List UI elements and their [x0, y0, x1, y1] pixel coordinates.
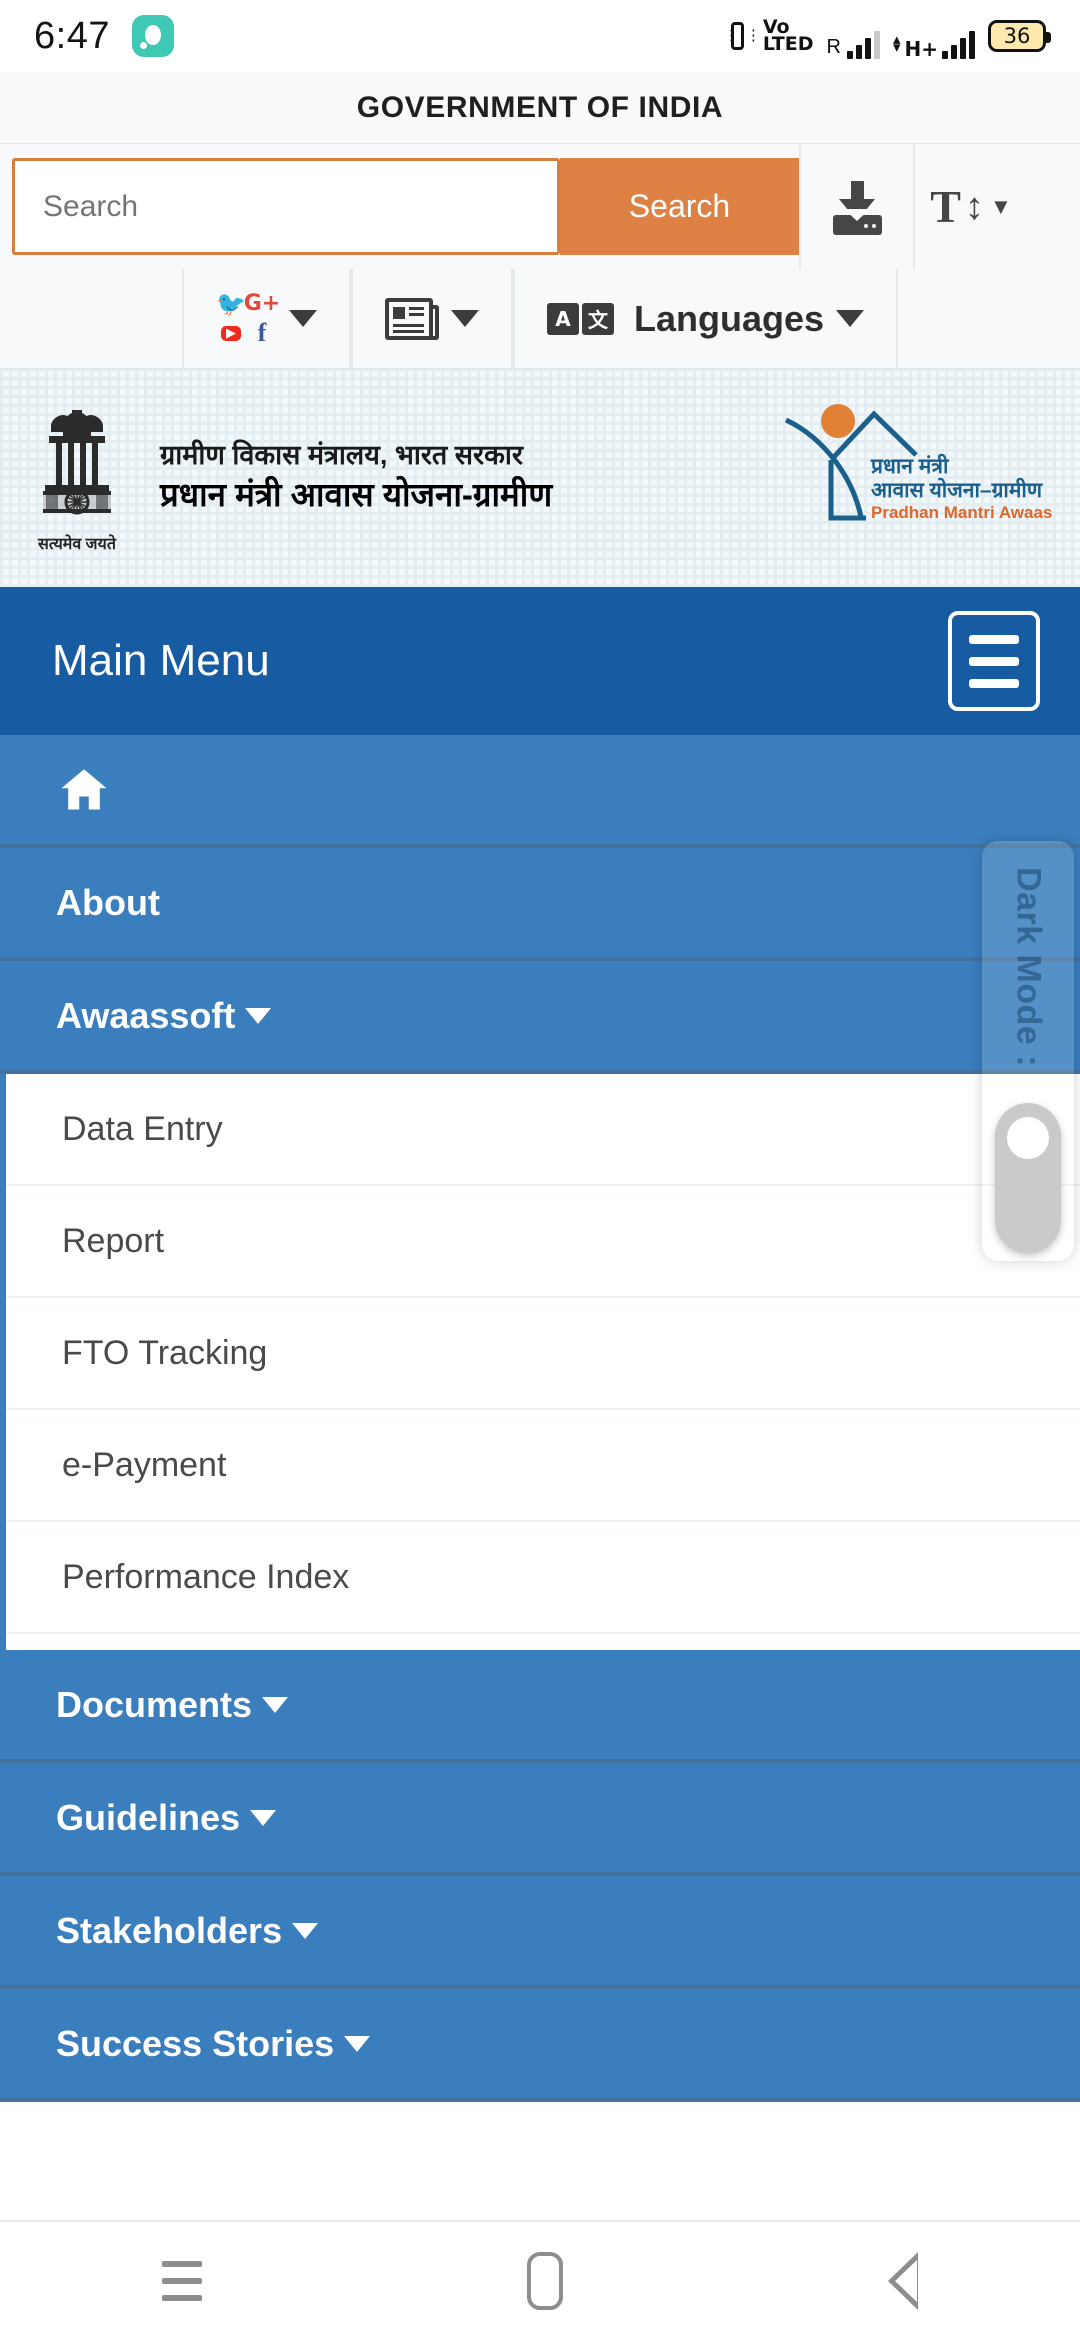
- sidebar-item-awaassoft[interactable]: Awaassoft: [0, 961, 1080, 1074]
- ministry-titles: ग्रामीण विकास मंत्रालय, भारत सरकार प्रधा…: [160, 438, 552, 518]
- chevron-down-icon: [262, 1696, 289, 1713]
- government-header: GOVERNMENT OF INDIA: [0, 72, 1080, 144]
- battery-percent: 36: [1003, 24, 1031, 48]
- roaming-signal-icon: R: [827, 29, 880, 59]
- sidebar-item-success-stories[interactable]: Success Stories: [0, 1989, 1080, 2102]
- translate-icon-left: A: [546, 302, 579, 335]
- sidebar-item-documents-label: Documents: [56, 1683, 253, 1725]
- text-size-button[interactable]: T ↕ ▼: [913, 144, 1027, 269]
- vibrate-icon: ⋮ ⋮: [724, 19, 761, 53]
- submenu-item-e-payment-label: e-Payment: [62, 1445, 227, 1484]
- submenu-item-report[interactable]: Report: [6, 1186, 1080, 1298]
- chevron-down-icon: [836, 310, 865, 327]
- svg-text:Pradhan Mantri Awaas Yojana-Gr: Pradhan Mantri Awaas Yojana-Gramin: [871, 503, 1058, 522]
- sim1-signal-bars: [846, 29, 880, 59]
- sidebar-item-about-label: About: [56, 881, 160, 923]
- sidebar-item-success-stories-label: Success Stories: [56, 2022, 335, 2064]
- sidebar-item-guidelines-label: Guidelines: [56, 1796, 241, 1838]
- awaassoft-submenu: Data Entry Report FTO Tracking e-Payment…: [0, 1074, 1080, 1650]
- youtube-icon: ▶: [220, 325, 241, 341]
- main-menu-list: About Awaassoft Data Entry Report FTO Tr…: [0, 735, 1080, 2102]
- download-icon: [830, 179, 884, 235]
- status-bar-clock: 6:47: [34, 14, 110, 57]
- sidebar-item-stakeholders[interactable]: Stakeholders: [0, 1876, 1080, 1989]
- recent-apps-icon[interactable]: [162, 2261, 203, 2301]
- sidebar-item-documents[interactable]: Documents: [0, 1650, 1080, 1763]
- social-icons-group: 🐦 G+ ▶ f: [216, 290, 280, 347]
- social-media-dropdown[interactable]: 🐦 G+ ▶ f: [181, 269, 351, 368]
- pmayg-logo: प्रधान मंत्री आवास योजना–ग्रामीण Pradhan…: [728, 387, 1058, 552]
- submenu-item-report-label: Report: [62, 1221, 165, 1260]
- chevron-down-icon: [344, 2035, 371, 2052]
- sim2-signal-bars: [942, 29, 975, 59]
- submenu-item-fto-tracking[interactable]: FTO Tracking: [6, 1298, 1080, 1410]
- chevron-down-icon: [245, 1007, 272, 1024]
- home-pill-icon[interactable]: [526, 2252, 563, 2310]
- android-navigation-bar: [0, 2220, 1080, 2340]
- languages-dropdown[interactable]: A 文 Languages: [512, 269, 899, 368]
- submenu-item-fto-tracking-label: FTO Tracking: [62, 1333, 268, 1372]
- main-menu-title: Main Menu: [52, 636, 270, 685]
- sidebar-item-guidelines[interactable]: Guidelines: [0, 1763, 1080, 1876]
- national-emblem: सत्यमेव जयते: [22, 402, 132, 554]
- dark-mode-toggle[interactable]: Dark Mode :: [982, 841, 1074, 1261]
- submenu-item-data-entry-label: Data Entry: [62, 1109, 223, 1148]
- submenu-spacer: [6, 1634, 1080, 1650]
- svg-text:आवास योजना–ग्रामीण: आवास योजना–ग्रामीण: [871, 477, 1043, 502]
- languages-label: Languages: [633, 297, 825, 339]
- volte-line-2: LTED: [762, 33, 814, 55]
- download-button[interactable]: [799, 144, 913, 269]
- search-button[interactable]: Search: [560, 158, 799, 255]
- newspaper-icon: [384, 297, 439, 340]
- search-bar: Search T↕▼: [0, 144, 1080, 269]
- utility-bar: 🐦 G+ ▶ f A 文 Languages: [0, 269, 1080, 369]
- chevron-down-icon: [450, 310, 479, 327]
- chevron-down-icon: [250, 1809, 277, 1826]
- status-bar-left: 6:47: [34, 15, 174, 58]
- sidebar-item-about[interactable]: About: [0, 848, 1080, 961]
- volte-icon: Vo LTED: [762, 17, 814, 55]
- chevron-down-icon: [288, 310, 317, 327]
- hamburger-menu-icon[interactable]: [948, 611, 1040, 711]
- data-network-icon: ▴ ▾ H+: [893, 29, 975, 59]
- status-bar-right: ⋮ ⋮ Vo LTED R ▴ ▾ H+ 36: [724, 13, 1051, 59]
- submenu-item-performance-index[interactable]: Performance Index: [6, 1522, 1080, 1634]
- ministry-line-1: ग्रामीण विकास मंत्रालय, भारत सरकार: [160, 440, 523, 471]
- submenu-item-performance-index-label: Performance Index: [62, 1557, 350, 1596]
- ministry-line-2: प्रधान मंत्री आवास योजना-ग्रामीण: [160, 476, 553, 514]
- messaging-icon: [131, 15, 174, 57]
- sidebar-item-stakeholders-label: Stakeholders: [56, 1909, 283, 1951]
- svg-text:प्रधान मंत्री: प्रधान मंत्री: [870, 453, 950, 478]
- roaming-label: R: [826, 36, 841, 58]
- submenu-item-e-payment[interactable]: e-Payment: [6, 1410, 1080, 1522]
- government-header-title: GOVERNMENT OF INDIA: [356, 90, 724, 124]
- dark-mode-label: Dark Mode :: [1009, 867, 1048, 1068]
- sidebar-item-awaassoft-label: Awaassoft: [56, 994, 236, 1036]
- submenu-item-data-entry[interactable]: Data Entry: [6, 1074, 1080, 1186]
- news-dropdown[interactable]: [350, 269, 513, 368]
- emblem-motto: सत्यमेव जयते: [38, 536, 116, 553]
- translate-icon: A 文: [546, 302, 614, 335]
- network-type-label: H+: [904, 37, 939, 61]
- sidebar-item-home[interactable]: [0, 735, 1080, 848]
- chevron-down-icon: [292, 1922, 319, 1939]
- battery-icon: 36: [988, 20, 1051, 52]
- search-input[interactable]: [12, 158, 560, 255]
- facebook-icon: f: [257, 318, 267, 347]
- twitter-icon: 🐦: [216, 290, 246, 318]
- logo-banner: सत्यमेव जयते ग्रामीण विकास मंत्रालय, भार…: [0, 369, 1080, 587]
- google-plus-icon: G+: [243, 291, 281, 316]
- home-icon: [61, 768, 107, 809]
- back-triangle-icon[interactable]: [887, 2252, 918, 2310]
- translate-icon-right: 文: [581, 302, 614, 335]
- text-size-icon: T ↕ ▼: [930, 180, 1012, 232]
- data-arrows-icon: ▴ ▾: [892, 30, 901, 56]
- status-bar: 6:47 ⋮ ⋮ Vo LTED R ▴ ▾ H+ 36: [0, 0, 1080, 72]
- network-type-block: H+: [905, 39, 939, 59]
- phone-screen: 6:47 ⋮ ⋮ Vo LTED R ▴ ▾ H+ 36 GOVERNMENT …: [0, 0, 1080, 2340]
- main-menu-header: Main Menu: [0, 587, 1080, 735]
- dark-mode-knob[interactable]: [995, 1103, 1061, 1253]
